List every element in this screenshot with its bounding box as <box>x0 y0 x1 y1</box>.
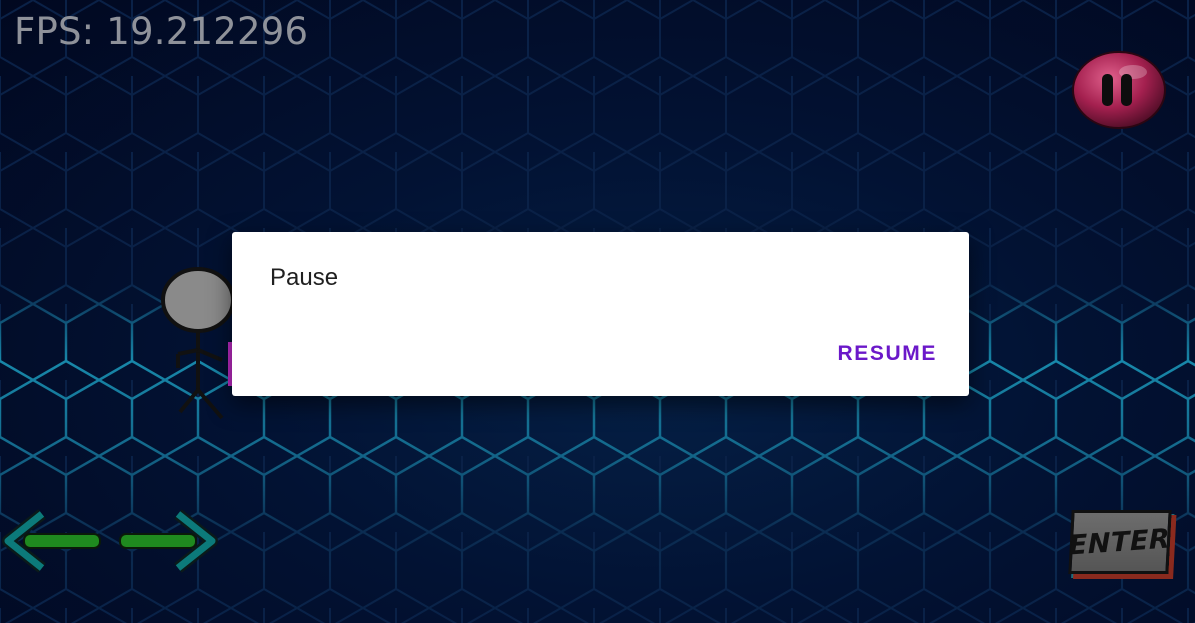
resume-button[interactable]: RESUME <box>828 332 947 376</box>
pause-dialog: Pause RESUME <box>232 232 969 396</box>
dialog-title: Pause <box>270 264 339 291</box>
game-stage: FPS: 19.212296 ENTER Pause RESUME <box>0 0 1195 623</box>
